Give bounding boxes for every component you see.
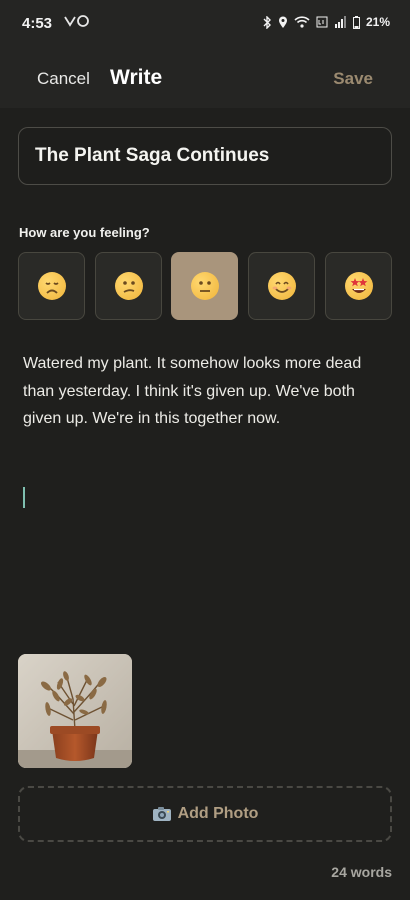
- mood-very-sad-button[interactable]: [18, 252, 85, 320]
- status-bar: 4:53 21%: [0, 0, 410, 48]
- notification-icons: [64, 14, 90, 31]
- signal-icon: [334, 16, 346, 28]
- page-title: Write: [110, 66, 163, 89]
- status-time: 4:53: [22, 15, 53, 32]
- header-bar: Cancel Write Save: [0, 48, 410, 108]
- bluetooth-icon: [263, 15, 271, 29]
- mood-happy-button[interactable]: [248, 252, 315, 320]
- mood-selector: [18, 252, 392, 320]
- add-photo-label: Add Photo: [177, 805, 259, 822]
- mood-label: How are you feeling?: [19, 225, 150, 240]
- confused-face-icon: [114, 272, 143, 300]
- word-count: 24 words: [331, 864, 392, 880]
- text-cursor: [23, 487, 25, 508]
- location-icon: [278, 16, 287, 28]
- disappointed-face-icon: [37, 272, 66, 300]
- neutral-face-icon: [190, 272, 219, 300]
- lte-icon: [316, 16, 328, 28]
- add-photo-button[interactable]: Add Photo: [18, 786, 392, 842]
- battery-icon: [352, 15, 360, 29]
- attached-photo[interactable]: [18, 654, 132, 768]
- star-struck-face-icon: [344, 272, 373, 300]
- wifi-icon: [294, 16, 310, 28]
- smiling-face-icon: [267, 272, 296, 300]
- save-button[interactable]: Save: [333, 69, 373, 89]
- entry-body-text[interactable]: Watered my plant. It somehow looks more …: [23, 350, 371, 433]
- status-right-icons: 21%: [263, 15, 390, 29]
- mood-excited-button[interactable]: [325, 252, 392, 320]
- mood-neutral-button[interactable]: [171, 252, 238, 320]
- mood-sad-button[interactable]: [95, 252, 162, 320]
- battery-level: 21%: [365, 15, 390, 29]
- cancel-button[interactable]: Cancel: [37, 69, 90, 89]
- entry-title-input[interactable]: The Plant Saga Continues: [18, 127, 392, 185]
- camera-icon: [152, 806, 172, 822]
